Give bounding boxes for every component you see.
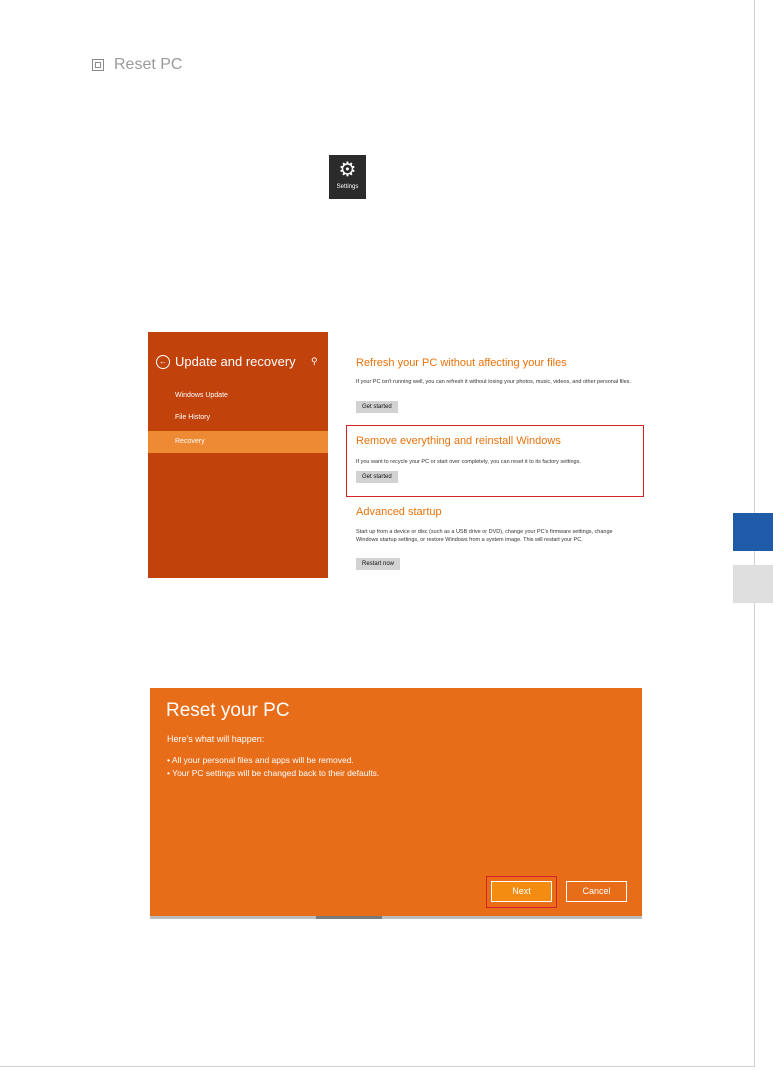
back-arrow-icon[interactable]: ←	[156, 354, 170, 369]
restart-now-button[interactable]: Restart now	[356, 558, 401, 570]
sidebar-item-windows-update[interactable]: Windows Update	[148, 385, 328, 407]
remove-everything-highlight	[346, 425, 644, 497]
settings-label: Settings	[336, 184, 359, 190]
refresh-get-started-button[interactable]: Get started	[356, 401, 398, 413]
advanced-startup-title: Advanced startup	[356, 506, 442, 518]
scrollbar-thumb[interactable]	[316, 916, 382, 919]
search-icon[interactable]: ⚲	[311, 356, 318, 367]
refresh-title: Refresh your PC without affecting your f…	[356, 357, 567, 369]
section-heading-text: Reset PC	[114, 56, 183, 73]
reset-pc-screenshot: Reset your PC Here's what will happen: •…	[150, 688, 642, 919]
cancel-button[interactable]: Cancel	[566, 881, 627, 902]
square-bullet-icon	[92, 59, 104, 71]
section-heading: Reset PC	[92, 56, 182, 74]
scrollbar-track[interactable]	[150, 916, 642, 919]
reset-subtitle: Here's what will happen:	[167, 734, 265, 744]
settings-charm-tile[interactable]: ⚙ Settings	[329, 155, 366, 199]
chapter-tab-active	[733, 513, 773, 551]
reset-consequences-list: • All your personal files and apps will …	[167, 754, 379, 780]
sidebar-item-recovery[interactable]: Recovery	[148, 431, 328, 453]
refresh-desc: If your PC isn't running well, you can r…	[356, 379, 631, 385]
list-item: • All your personal files and apps will …	[167, 755, 354, 765]
sidebar-title: ← Update and recovery	[156, 354, 296, 369]
gear-icon: ⚙	[338, 159, 357, 181]
advanced-startup-desc: Start up from a device or disc (such as …	[356, 529, 613, 543]
sidebar-title-text: Update and recovery	[175, 354, 296, 369]
update-recovery-sidebar: ← Update and recovery ⚲ Windows Update F…	[148, 332, 328, 578]
reset-title: Reset your PC	[166, 700, 290, 721]
list-item: • Your PC settings will be changed back …	[167, 768, 380, 778]
chapter-tab	[733, 565, 773, 603]
next-button[interactable]: Next	[491, 881, 552, 902]
sidebar-item-file-history[interactable]: File History	[148, 407, 328, 429]
